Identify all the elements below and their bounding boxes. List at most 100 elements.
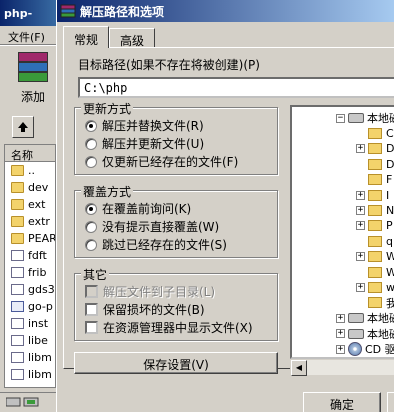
tree-item-label: CD 驱 bbox=[365, 343, 394, 356]
radio-skip-existing[interactable]: 跳过已经存在的文件(S) bbox=[85, 236, 227, 253]
radio-label: 解压并替换文件(R) bbox=[102, 119, 204, 133]
list-item[interactable]: ext bbox=[5, 196, 55, 213]
overwrite-mode-group: 覆盖方式 在覆盖前询问(K) 没有提示直接覆盖(W) 跳过已经存在的文件(S) bbox=[74, 183, 278, 258]
tree-item[interactable]: + 本地磁 bbox=[336, 326, 394, 342]
tree-item[interactable]: + I bbox=[356, 187, 389, 203]
radio-label: 跳过已经存在的文件(S) bbox=[102, 238, 227, 252]
background-window-title: php- bbox=[0, 0, 59, 26]
list-item[interactable]: .. bbox=[5, 162, 55, 179]
tree-item-label: 本地磁 bbox=[367, 112, 394, 125]
list-item[interactable]: extr bbox=[5, 213, 55, 230]
target-path-label: 目标路径(如果不存在将被创建)(P) bbox=[78, 58, 260, 72]
overwrite-mode-title: 覆盖方式 bbox=[81, 183, 134, 200]
tree-item[interactable]: + D bbox=[356, 141, 394, 157]
radio-fresh-existing[interactable]: 仅更新已经存在的文件(F) bbox=[85, 153, 238, 170]
expand-icon[interactable]: + bbox=[356, 190, 365, 200]
menu-file[interactable]: 文件(F) bbox=[0, 26, 59, 44]
cd-drive-icon bbox=[348, 342, 362, 356]
tree-item[interactable]: + CD 驱 bbox=[336, 341, 394, 357]
tree-item[interactable]: +w bbox=[356, 279, 394, 295]
expand-icon[interactable]: + bbox=[356, 205, 365, 215]
file-list[interactable]: 名称 .. dev ext extr PEAR fdft frib gds3 go-p inst l… bbox=[4, 144, 56, 388]
tab-general[interactable]: 常规 bbox=[63, 26, 110, 48]
file-icon bbox=[11, 352, 24, 363]
expand-icon[interactable]: + bbox=[356, 252, 365, 262]
check-extract-to-subfolder[interactable]: 解压文件到子目录(L) bbox=[85, 283, 215, 300]
check-keep-broken-files[interactable]: 保留损坏的文件(B) bbox=[85, 301, 205, 318]
expand-icon[interactable]: + bbox=[356, 221, 365, 231]
tree-item-label: D bbox=[386, 157, 394, 171]
tab-advanced[interactable]: 高级 bbox=[109, 28, 156, 48]
tree-item[interactable]: + P bbox=[356, 218, 393, 234]
expand-icon[interactable]: + bbox=[336, 344, 345, 354]
up-folder-button[interactable] bbox=[12, 116, 34, 138]
dialog-titlebar[interactable]: 解压路径和选项 bbox=[57, 0, 394, 22]
radio-ask-before-overwrite[interactable]: 在覆盖前询问(K) bbox=[85, 200, 191, 217]
radio-overwrite-without-prompt[interactable]: 没有提示直接覆盖(W) bbox=[85, 218, 219, 235]
radio-indicator bbox=[85, 220, 97, 233]
tree-item-label: F bbox=[386, 173, 393, 187]
expand-icon[interactable]: + bbox=[336, 329, 345, 339]
tree-item[interactable]: C bbox=[356, 125, 394, 141]
list-item[interactable]: libe bbox=[5, 332, 55, 349]
list-item-name: PEAR bbox=[28, 232, 56, 245]
list-item[interactable]: dev bbox=[5, 179, 55, 196]
tree-item[interactable]: − 本地磁 bbox=[336, 110, 394, 126]
list-item[interactable]: libm bbox=[5, 366, 55, 383]
radio-indicator bbox=[85, 202, 97, 215]
check-show-in-explorer[interactable]: 在资源管理器中显示文件(X) bbox=[85, 319, 253, 336]
save-settings-button[interactable]: 保存设置(V) bbox=[74, 352, 278, 374]
tree-item[interactable]: F bbox=[356, 172, 392, 188]
status-bar bbox=[0, 392, 60, 412]
update-mode-title: 更新方式 bbox=[81, 100, 134, 117]
expand-icon[interactable]: + bbox=[356, 282, 365, 292]
radio-extract-update[interactable]: 解压并更新文件(U) bbox=[85, 135, 204, 152]
folder-icon bbox=[368, 204, 382, 216]
list-item-name: dev bbox=[28, 181, 49, 194]
misc-group: 其它 解压文件到子目录(L) 保留损坏的文件(B) 在资源管理器中显示文件(X) bbox=[74, 266, 278, 341]
expand-icon[interactable]: + bbox=[336, 313, 345, 323]
tree-item[interactable]: 我 bbox=[356, 295, 394, 311]
list-item[interactable]: frib bbox=[5, 264, 55, 281]
tree-item[interactable]: q bbox=[356, 233, 393, 249]
folder-icon bbox=[11, 199, 24, 210]
misc-title: 其它 bbox=[81, 266, 110, 283]
tree-item[interactable]: +W bbox=[356, 249, 394, 265]
expand-icon[interactable]: + bbox=[356, 144, 365, 154]
collapse-icon[interactable]: − bbox=[336, 113, 345, 123]
list-item[interactable]: go-p bbox=[5, 298, 55, 315]
tree-item-label: 本地磁 bbox=[367, 312, 394, 326]
target-path-input[interactable]: C:\php bbox=[78, 77, 394, 98]
file-icon bbox=[11, 318, 24, 329]
checkbox-indicator bbox=[85, 303, 98, 316]
add-button-label: 添加 bbox=[20, 90, 45, 104]
radio-extract-replace[interactable]: 解压并替换文件(R) bbox=[85, 117, 204, 134]
radio-indicator bbox=[85, 238, 97, 251]
list-item[interactable]: PEAR bbox=[5, 230, 55, 247]
tree-horizontal-scrollbar[interactable]: ◀ bbox=[290, 359, 394, 376]
hard-drive-icon bbox=[348, 113, 364, 123]
list-item-name: frib bbox=[28, 266, 47, 279]
tree-item[interactable]: W bbox=[356, 264, 394, 280]
folder-tree[interactable]: −本地磁C+DDF+I+N+Pq+WW+w我+本地磁+本地磁+CD 驱 bbox=[290, 105, 394, 359]
winrar-books-icon bbox=[18, 52, 48, 84]
tree-item[interactable]: + N bbox=[356, 202, 394, 218]
checkbox-indicator bbox=[85, 285, 98, 298]
list-item[interactable]: libm bbox=[5, 349, 55, 366]
tree-item[interactable]: D bbox=[356, 156, 394, 172]
radio-indicator bbox=[85, 137, 97, 150]
ok-button[interactable]: 确定 bbox=[303, 392, 381, 412]
tree-item-label: w bbox=[386, 281, 394, 294]
file-icon bbox=[11, 301, 24, 312]
general-tab-panel: 目标路径(如果不存在将被创建)(P) C:\php 更新方式 解压并替换文件(R… bbox=[63, 47, 394, 376]
list-item[interactable]: inst bbox=[5, 315, 55, 332]
drive-status-icon bbox=[5, 397, 39, 407]
tree-item-label: q bbox=[386, 234, 393, 248]
cancel-button[interactable] bbox=[387, 392, 394, 412]
list-item[interactable]: gds3 bbox=[5, 281, 55, 298]
tree-item[interactable]: + 本地磁 bbox=[336, 310, 394, 326]
add-button[interactable]: 添加 bbox=[10, 52, 56, 110]
column-header-name[interactable]: 名称 bbox=[5, 145, 55, 162]
scroll-left-arrow-icon[interactable]: ◀ bbox=[291, 360, 307, 376]
list-item[interactable]: fdft bbox=[5, 247, 55, 264]
